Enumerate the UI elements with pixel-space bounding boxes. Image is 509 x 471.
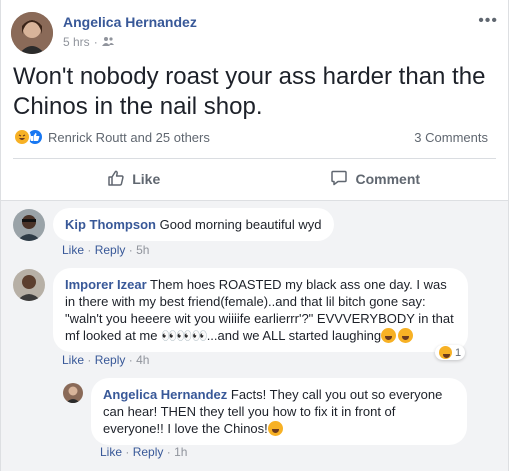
friends-icon[interactable] (101, 35, 114, 49)
comment-time[interactable]: 5h (136, 243, 149, 257)
comment-text-tail: ...and we ALL started laughing (206, 328, 382, 343)
comment-time[interactable]: 4h (136, 353, 149, 367)
post-meta: 5 hrs · (63, 35, 114, 49)
comments-count[interactable]: 3 Comments (414, 130, 488, 145)
author-avatar[interactable] (11, 12, 53, 54)
comment-footer: Like · Reply · 4h (62, 353, 150, 367)
comment-like-link[interactable]: Like (62, 243, 84, 257)
comment-bubble: Kip Thompson Good morning beautiful wyd (53, 208, 334, 241)
comment-author[interactable]: Imporer Izear (65, 277, 147, 292)
haha-icon (13, 128, 31, 146)
reaction-icons (13, 128, 44, 146)
comment-author[interactable]: Kip Thompson (65, 217, 156, 232)
comment-button[interactable]: Comment (255, 161, 497, 197)
commenter-avatar[interactable] (13, 269, 45, 301)
like-button[interactable]: Like (13, 161, 255, 197)
like-label: Like (132, 171, 161, 187)
thumbs-up-icon (107, 169, 125, 190)
comment-text: Good morning beautiful wyd (159, 217, 322, 232)
comment-like-link[interactable]: Like (100, 445, 122, 459)
comment-time[interactable]: 1h (174, 445, 187, 459)
laughing-emoji-icon (267, 421, 283, 436)
meta-separator: · (93, 35, 98, 49)
comment-label: Comment (355, 171, 421, 187)
comment-bubble: Imporer Izear Them hoes ROASTED my black… (53, 268, 468, 352)
divider (13, 158, 496, 159)
eyes-emoji-icon: 👀👀👀 (161, 328, 208, 343)
comment-author[interactable]: Angelica Hernandez (103, 387, 227, 402)
more-options-icon[interactable]: ••• (478, 12, 498, 30)
reply-author-avatar[interactable] (63, 383, 83, 403)
comment-icon (330, 169, 348, 190)
post-actions: Like Comment (13, 161, 496, 197)
commenter-avatar[interactable] (13, 209, 45, 241)
post-author-name[interactable]: Angelica Hernandez (63, 14, 197, 30)
reactions-summary[interactable]: Renrick Routt and 25 others (13, 128, 210, 146)
post-card: Angelica Hernandez 5 hrs · ••• Won't nob… (0, 0, 509, 471)
laughing-emoji-icon (381, 328, 397, 343)
post-time[interactable]: 5 hrs (63, 35, 90, 49)
reply-bubble: Angelica Hernandez Facts! They call you … (91, 378, 467, 445)
haha-icon (439, 346, 452, 359)
reactions-text: Renrick Routt and 25 others (48, 129, 210, 145)
laughing-emoji-icon (398, 328, 414, 343)
post-header: Angelica Hernandez 5 hrs · ••• (11, 12, 498, 56)
comment-reaction-count: 1 (455, 346, 462, 359)
comment-reply-link[interactable]: Reply (95, 243, 126, 257)
post-text: Won't nobody roast your ass harder than … (13, 63, 486, 120)
comment-footer: Like · Reply · 1h (100, 445, 188, 459)
comment-reaction-badge[interactable]: 1 (435, 345, 466, 360)
comments-section: Kip Thompson Good morning beautiful wyd … (1, 200, 508, 471)
comment-like-link[interactable]: Like (62, 353, 84, 367)
comment-reply-link[interactable]: Reply (133, 445, 164, 459)
comment-footer: Like · Reply · 5h (62, 243, 150, 257)
comment-reply-link[interactable]: Reply (95, 353, 126, 367)
